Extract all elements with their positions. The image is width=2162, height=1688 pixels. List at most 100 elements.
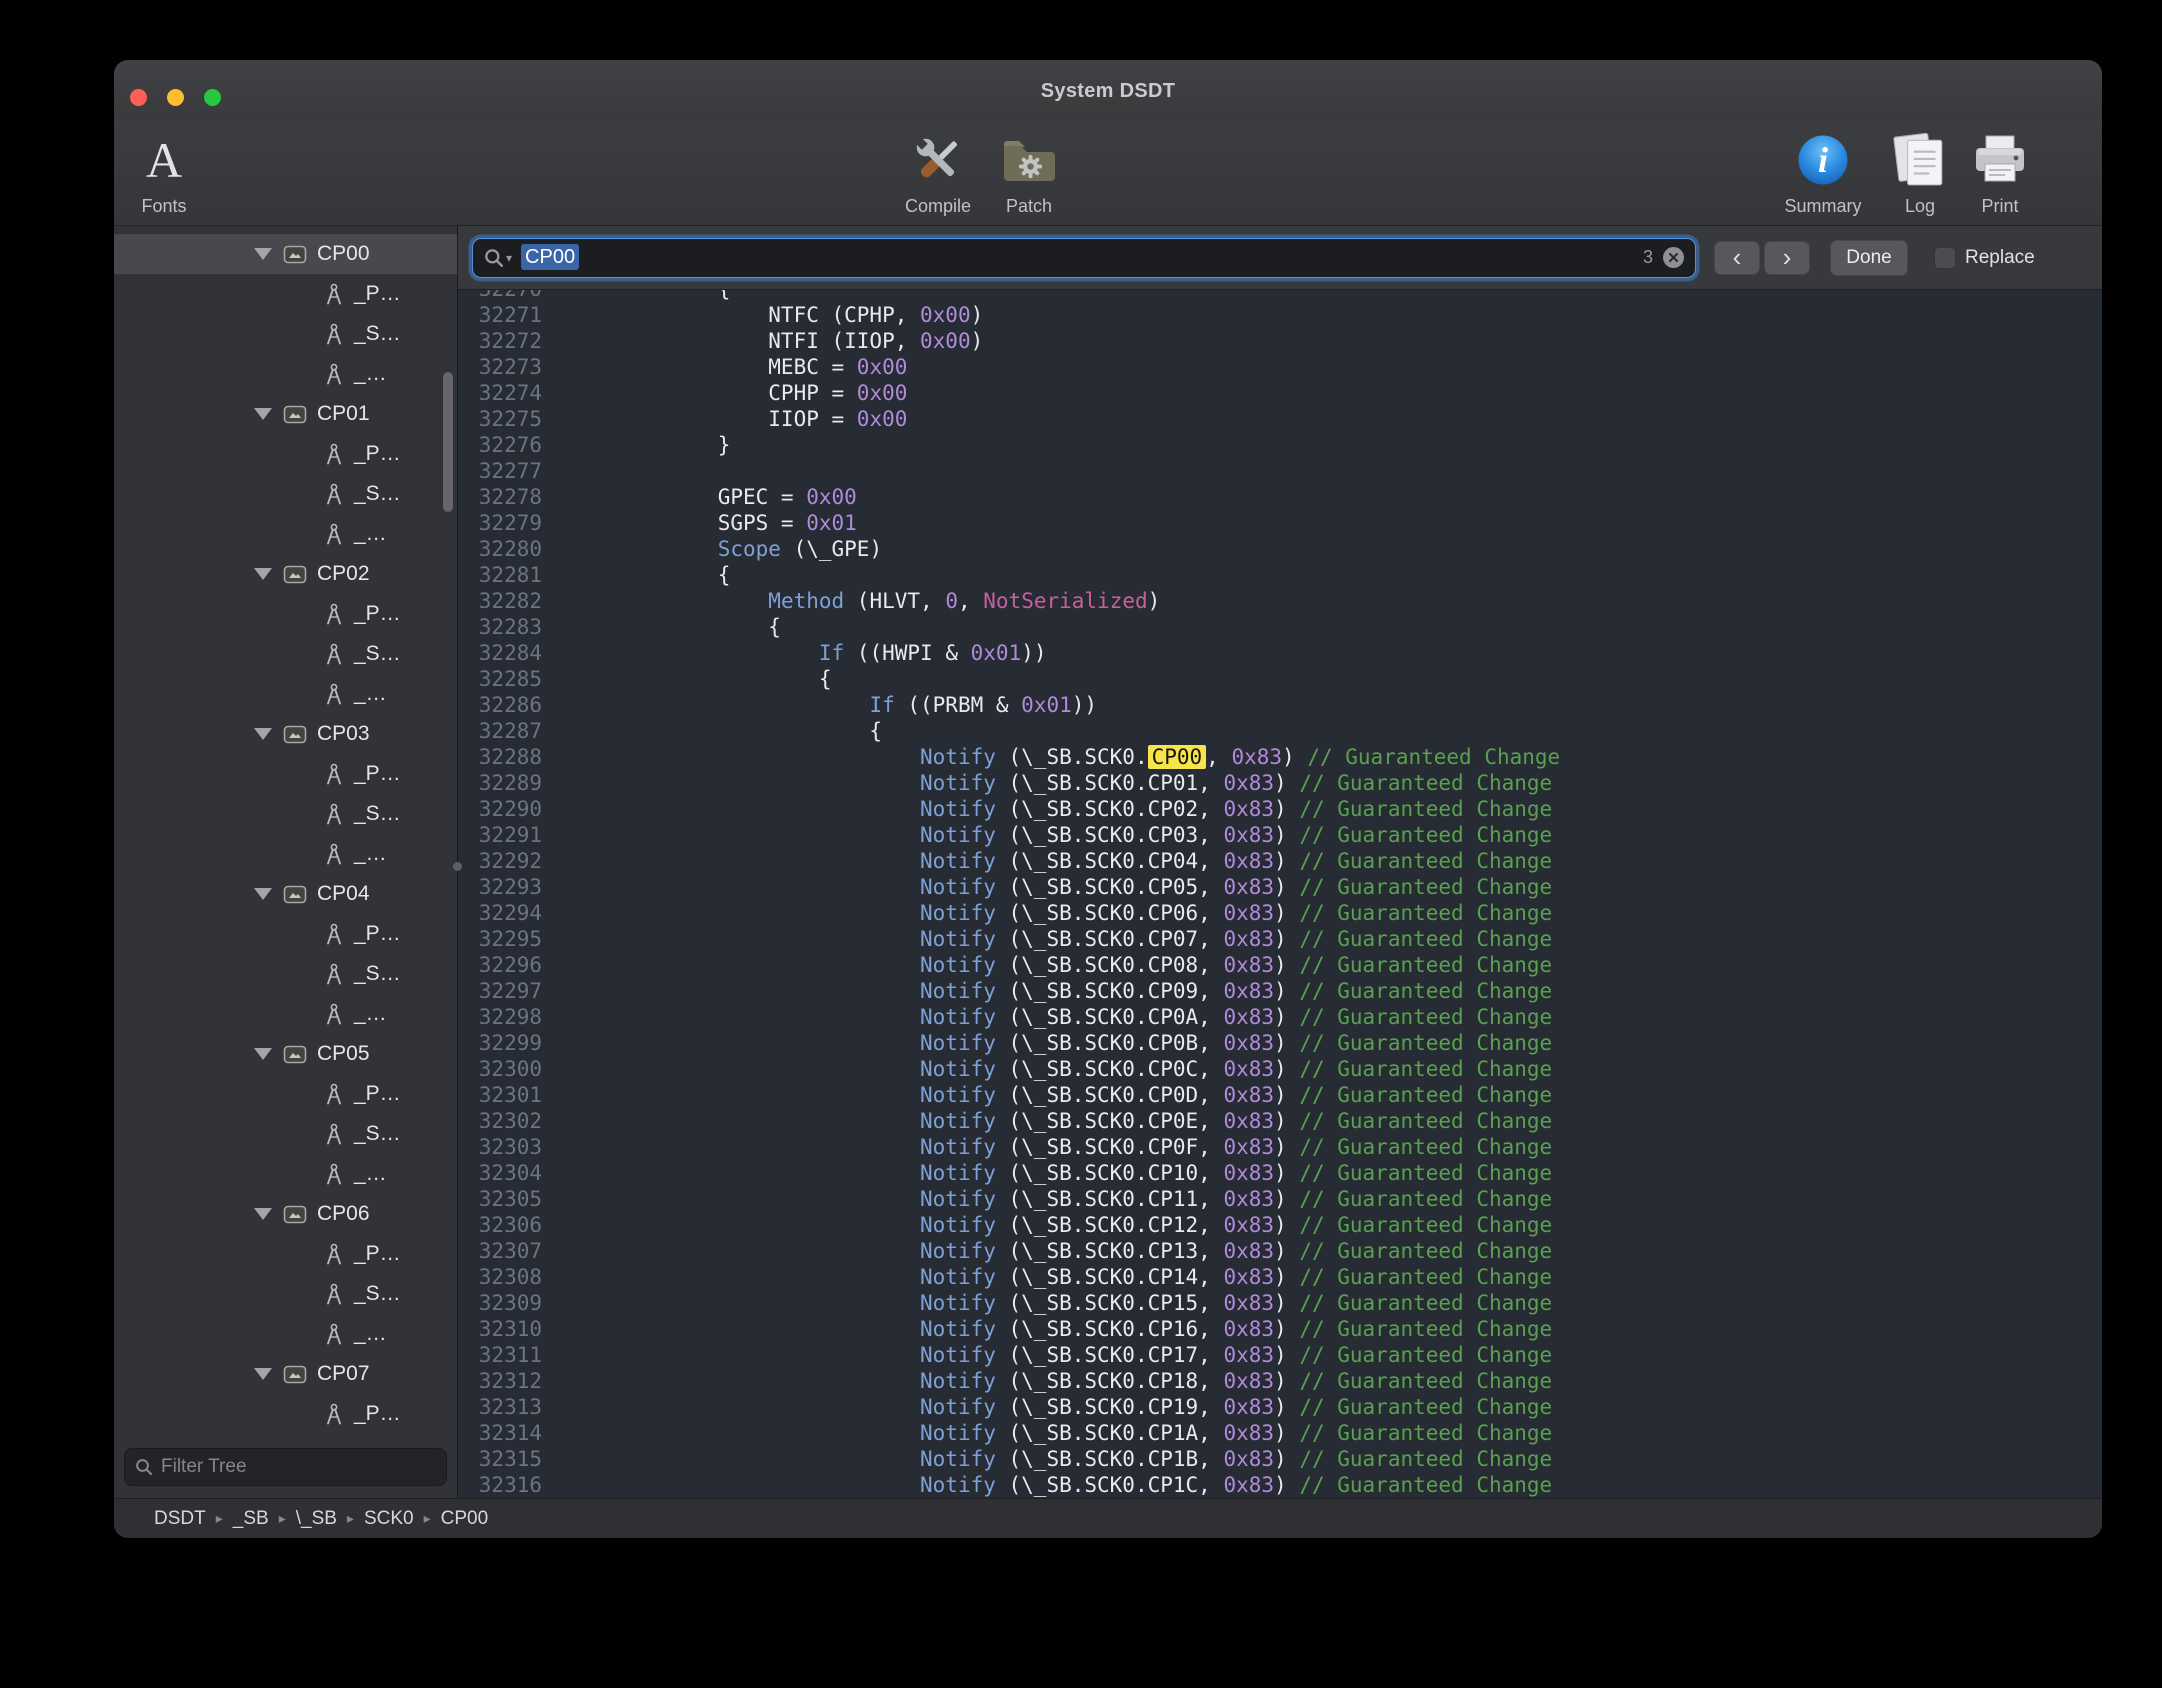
tree-item-CP06[interactable]: CP06 — [114, 1194, 457, 1234]
status-bar: DSDT▸_SB▸\_SB▸SCK0▸CP00 — [114, 1498, 2102, 1538]
tree-child-item[interactable]: _S… — [114, 794, 457, 834]
search-match-highlight: CP00 — [1148, 745, 1207, 769]
code-line: 32284 If ((HWPI & 0x01)) — [458, 640, 2102, 666]
tree-item-label: _… — [354, 522, 387, 546]
disclosure-triangle-icon[interactable] — [254, 728, 272, 740]
filter-tree-field[interactable] — [124, 1448, 447, 1486]
code-line: 32298 Notify (\_SB.SCK0.CP0A, 0x83) // G… — [458, 1004, 2102, 1030]
breadcrumb-item[interactable]: DSDT — [154, 1508, 206, 1530]
disclosure-triangle-icon[interactable] — [254, 248, 272, 260]
tree-child-item[interactable]: _… — [114, 834, 457, 874]
tree-child-item[interactable]: _… — [114, 514, 457, 554]
code-line: 32305 Notify (\_SB.SCK0.CP11, 0x83) // G… — [458, 1186, 2102, 1212]
code-line: 32308 Notify (\_SB.SCK0.CP14, 0x83) // G… — [458, 1264, 2102, 1290]
disclosure-triangle-icon[interactable] — [254, 568, 272, 580]
tree-child-item[interactable]: _P… — [114, 754, 457, 794]
replace-checkbox[interactable] — [1934, 247, 1956, 269]
line-number: 32275 — [458, 406, 542, 432]
code-line: 32312 Notify (\_SB.SCK0.CP18, 0x83) // G… — [458, 1368, 2102, 1394]
tree-item-label: _… — [354, 842, 387, 866]
clear-search-icon[interactable]: ✕ — [1663, 247, 1684, 268]
tree-child-item[interactable]: _P… — [114, 434, 457, 474]
tree-item-CP07[interactable]: CP07 — [114, 1354, 457, 1394]
tree-child-item[interactable]: _… — [114, 1154, 457, 1194]
tree-item-label: CP05 — [317, 1042, 370, 1066]
breadcrumb-separator-icon: ▸ — [347, 1510, 354, 1527]
tree-item-label: _P… — [354, 282, 401, 306]
close-window-button[interactable] — [130, 89, 147, 106]
tree-child-item[interactable]: _… — [114, 994, 457, 1034]
tree-child-item[interactable]: _… — [114, 354, 457, 394]
find-next-button[interactable]: › — [1764, 241, 1810, 275]
find-previous-button[interactable]: ‹ — [1714, 241, 1760, 275]
tree-child-item[interactable]: _S… — [114, 634, 457, 674]
breadcrumb-item[interactable]: _SB — [233, 1508, 269, 1530]
code-line: 32302 Notify (\_SB.SCK0.CP0E, 0x83) // G… — [458, 1108, 2102, 1134]
disclosure-triangle-icon[interactable] — [254, 888, 272, 900]
tree-item-CP05[interactable]: CP05 — [114, 1034, 457, 1074]
sidebar-scrollbar[interactable] — [443, 372, 453, 512]
method-icon — [324, 363, 344, 386]
tree-child-item[interactable]: _P… — [114, 914, 457, 954]
tree-item-label: CP02 — [317, 562, 370, 586]
tree-item-CP03[interactable]: CP03 — [114, 714, 457, 754]
scope-object-icon — [283, 565, 307, 584]
breadcrumb-item[interactable]: SCK0 — [364, 1508, 414, 1530]
tree-child-item[interactable]: _S… — [114, 474, 457, 514]
disclosure-triangle-icon[interactable] — [254, 408, 272, 420]
toolbar: A Fonts Compile — [114, 120, 2102, 226]
tree-child-item[interactable]: _S… — [114, 314, 457, 354]
tree-child-item[interactable]: _S… — [114, 954, 457, 994]
summary-label: Summary — [1775, 196, 1871, 217]
tree-child-item[interactable]: _P… — [114, 1074, 457, 1114]
tree-child-item[interactable]: _P… — [114, 274, 457, 314]
fonts-button[interactable]: A Fonts — [116, 124, 212, 217]
tree-child-item[interactable]: _S… — [114, 1434, 457, 1440]
patch-button[interactable]: Patch — [981, 124, 1077, 217]
disclosure-triangle-icon[interactable] — [254, 1208, 272, 1220]
print-label: Print — [1952, 196, 2048, 217]
title-bar[interactable]: System DSDT — [114, 60, 2102, 120]
tree-item-CP04[interactable]: CP04 — [114, 874, 457, 914]
line-number: 32274 — [458, 380, 542, 406]
disclosure-triangle-icon[interactable] — [254, 1048, 272, 1060]
print-button[interactable]: Print — [1952, 124, 2048, 217]
line-number: 32279 — [458, 510, 542, 536]
code-line: 32296 Notify (\_SB.SCK0.CP08, 0x83) // G… — [458, 952, 2102, 978]
find-input[interactable]: CP00 — [521, 246, 579, 269]
tree-child-item[interactable]: _S… — [114, 1274, 457, 1314]
line-number: 32299 — [458, 1030, 542, 1056]
compile-button[interactable]: Compile — [890, 124, 986, 217]
line-number: 32292 — [458, 848, 542, 874]
done-button[interactable]: Done — [1830, 240, 1908, 276]
line-number: 32291 — [458, 822, 542, 848]
method-icon — [324, 923, 344, 946]
zoom-window-button[interactable] — [204, 89, 221, 106]
compile-tools-icon — [890, 124, 986, 196]
tree-child-item[interactable]: _… — [114, 1314, 457, 1354]
splitter-handle[interactable] — [453, 862, 462, 871]
filter-tree-input[interactable] — [161, 1456, 436, 1478]
tree-item-CP01[interactable]: CP01 — [114, 394, 457, 434]
breadcrumb-item[interactable]: CP00 — [441, 1508, 489, 1530]
summary-button[interactable]: i Summary — [1775, 124, 1871, 217]
find-search-field[interactable]: ▾ CP00 3 ✕ — [472, 238, 1696, 278]
tree-child-item[interactable]: _P… — [114, 594, 457, 634]
disclosure-triangle-icon[interactable] — [254, 1368, 272, 1380]
search-options-chevron-icon[interactable]: ▾ — [506, 251, 512, 265]
method-icon — [324, 1323, 344, 1346]
traffic-lights — [130, 89, 221, 106]
minimize-window-button[interactable] — [167, 89, 184, 106]
tree-child-item[interactable]: _P… — [114, 1394, 457, 1434]
line-number: 32312 — [458, 1368, 542, 1394]
tree-item-CP02[interactable]: CP02 — [114, 554, 457, 594]
tree-child-item[interactable]: _S… — [114, 1114, 457, 1154]
tree-item-CP00[interactable]: CP00 — [114, 234, 457, 274]
editor-pane: ▾ CP00 3 ✕ ‹ › Done Replace 32270 {32271 — [458, 226, 2102, 1498]
patch-folder-icon — [981, 124, 1077, 196]
breadcrumb-item[interactable]: \_SB — [296, 1508, 337, 1530]
tree-child-item[interactable]: _P… — [114, 1234, 457, 1274]
code-editor[interactable]: 32270 {32271 NTFC (CPHP, 0x00)32272 NTFI… — [458, 290, 2102, 1498]
filter-tree-area — [114, 1440, 457, 1498]
tree-child-item[interactable]: _… — [114, 674, 457, 714]
